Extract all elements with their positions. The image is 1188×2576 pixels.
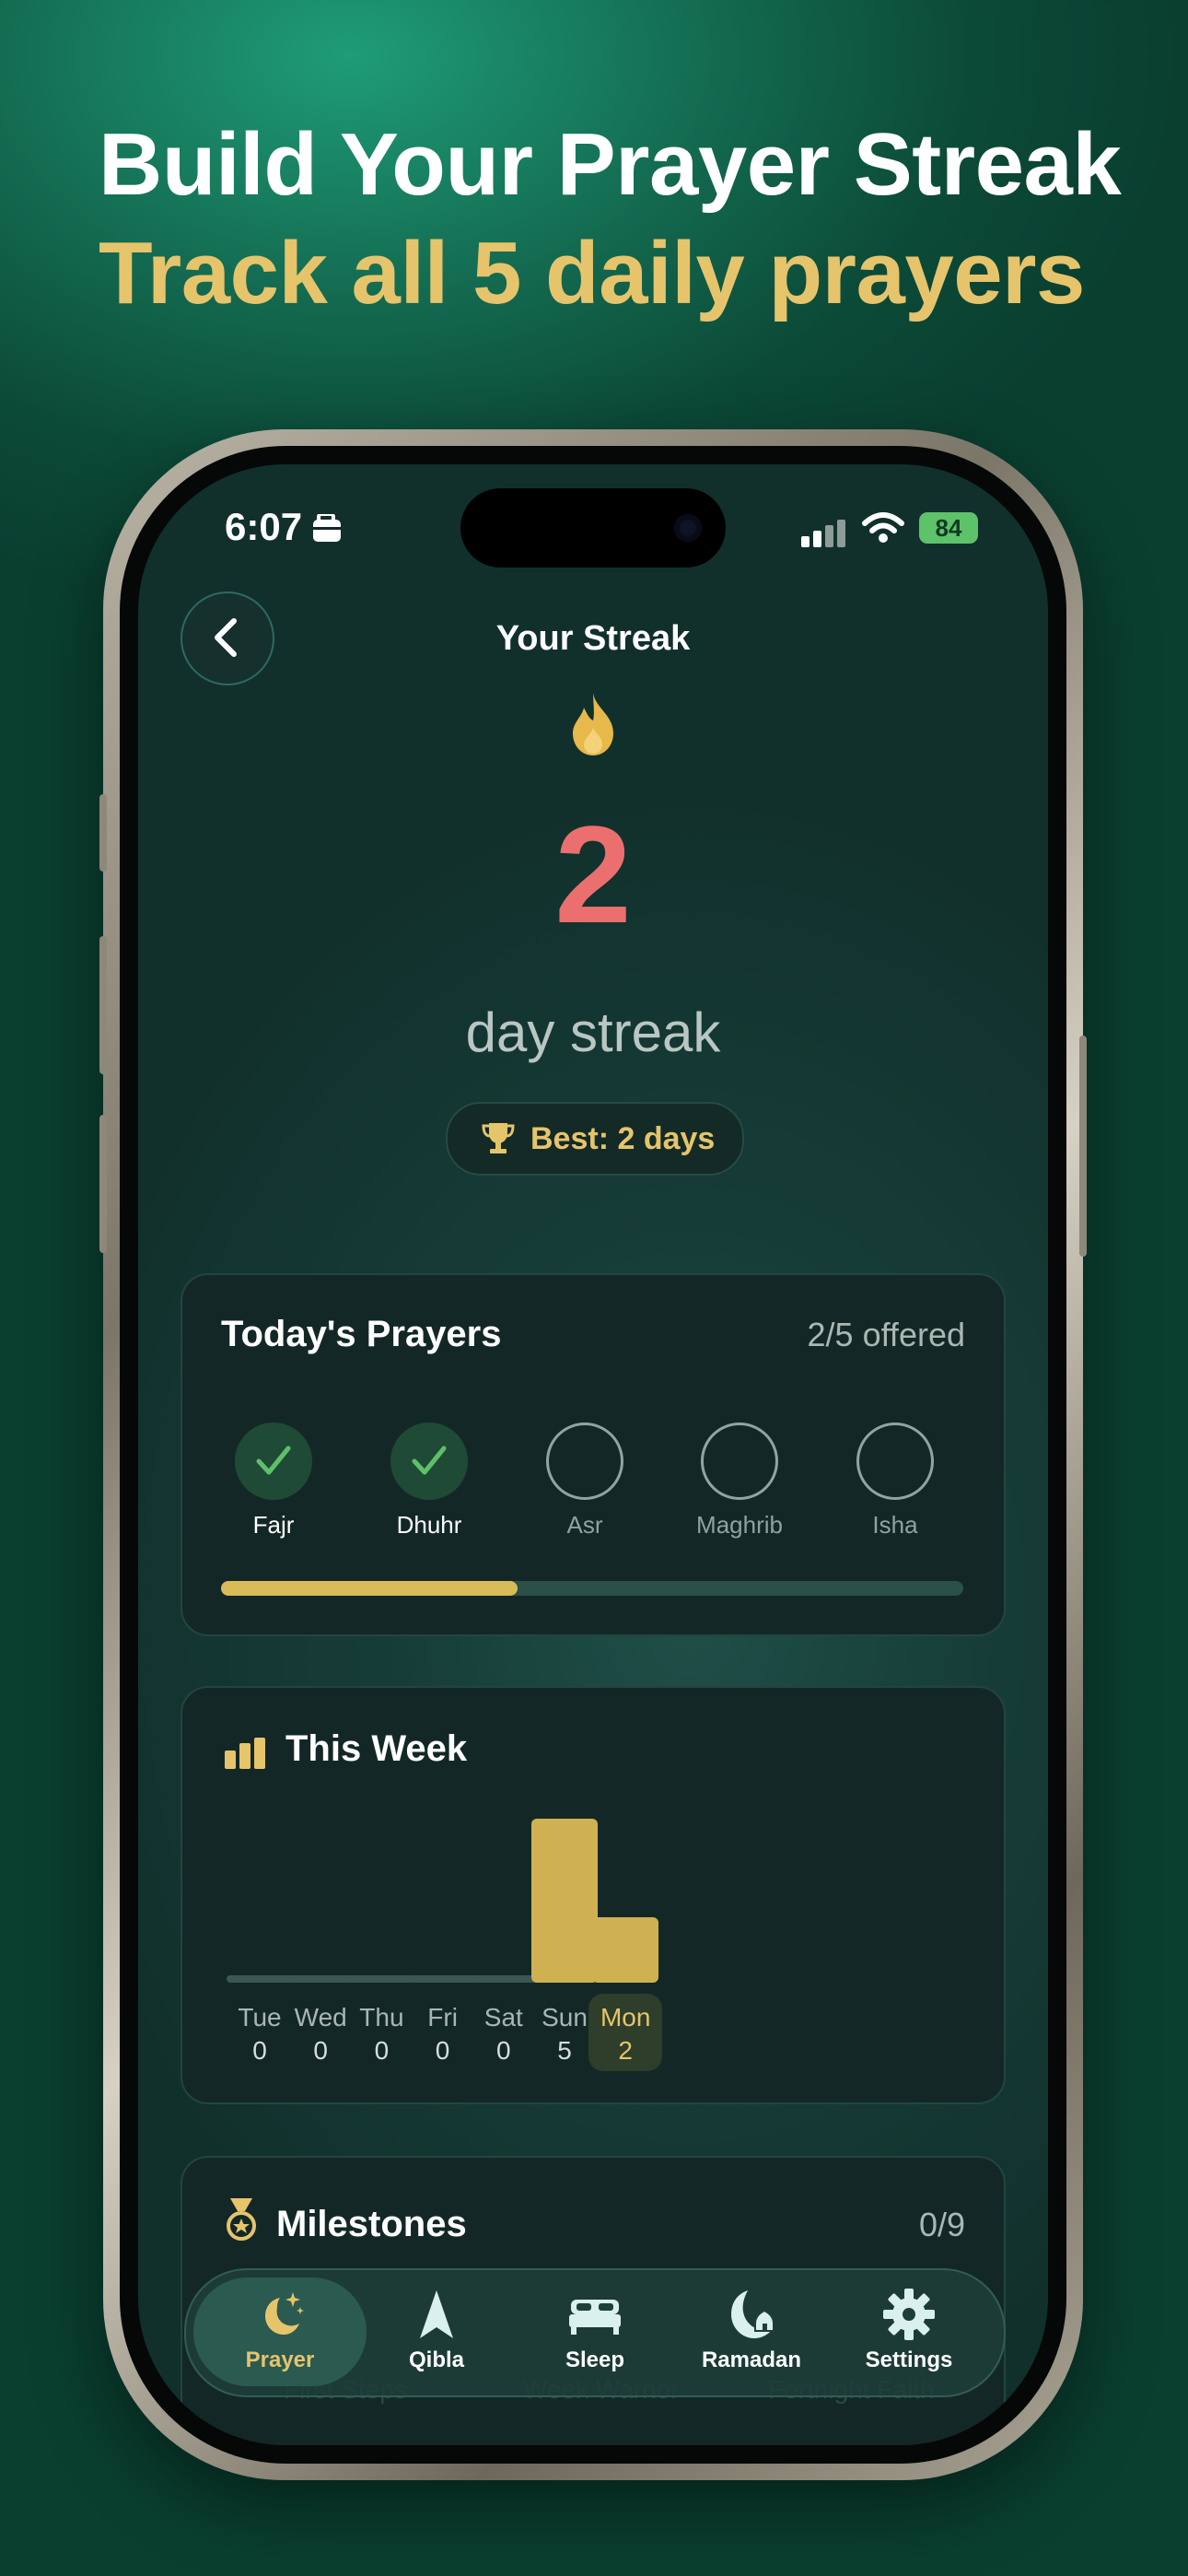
prayer-asr[interactable]: Asr bbox=[516, 1423, 654, 1540]
tab-label: Settings bbox=[865, 2348, 953, 2372]
promo-subtitle: Track all 5 daily prayers bbox=[99, 224, 1085, 322]
prayer-dhuhr[interactable]: Dhuhr bbox=[360, 1423, 498, 1540]
data-label: 2 bbox=[618, 2036, 633, 2065]
promo-title: Build Your Prayer Streak bbox=[99, 115, 1122, 214]
prayer-fajr[interactable]: Fajr bbox=[204, 1423, 343, 1540]
tab-ramadan[interactable]: Ramadan bbox=[673, 2270, 830, 2395]
prayer-maghrib[interactable]: Maghrib bbox=[670, 1423, 809, 1540]
moon-stars-icon bbox=[265, 2292, 304, 2335]
prayer-empty-circle bbox=[856, 1423, 934, 1500]
volume-up-button bbox=[99, 936, 107, 1074]
prayer-empty-circle bbox=[546, 1423, 623, 1500]
best-streak-text: Best: 2 days bbox=[530, 1121, 716, 1156]
gear-icon bbox=[883, 2289, 935, 2340]
bar-wed bbox=[287, 1975, 355, 1983]
bar-thu bbox=[348, 1975, 415, 1983]
card-title: Today's Prayers bbox=[221, 1314, 502, 1354]
tab-prayer[interactable]: Prayer bbox=[202, 2270, 358, 2395]
card-title: Milestones bbox=[276, 2204, 467, 2244]
bar-sat bbox=[470, 1975, 537, 1983]
tab-settings[interactable]: Settings bbox=[831, 2270, 987, 2395]
bed-icon bbox=[569, 2300, 621, 2335]
prayer-progress-fill bbox=[221, 1581, 518, 1596]
crescent-mosque-icon bbox=[731, 2290, 775, 2338]
todays-prayers-card: Today's Prayers 2/5 offered Fajr Dhuhr Asr… bbox=[181, 1273, 1006, 1636]
tab-label: Prayer bbox=[245, 2348, 315, 2372]
tab-label: Ramadan bbox=[701, 2348, 802, 2372]
bottom-tab-bar: Prayer Qibla Sleep Ramadan Settings bbox=[184, 2268, 1006, 2397]
streak-label: day streak bbox=[465, 1001, 721, 1063]
bar-sun bbox=[531, 1819, 598, 1983]
prayer-name: Isha bbox=[872, 1511, 918, 1539]
this-week-card: This Week Tue 0 Wed 0 Thu 0 Fri 0 Sat 0 Sun 5 Mon 2 bbox=[181, 1686, 1006, 2104]
status-time: 6:07 bbox=[225, 505, 303, 548]
bar-fri bbox=[409, 1975, 476, 1983]
prayer-checked-circle bbox=[390, 1423, 468, 1500]
card-title: This Week bbox=[285, 1728, 468, 1769]
prayer-empty-circle bbox=[701, 1423, 778, 1500]
bar-chart-icon bbox=[225, 1738, 265, 1769]
compass-arrow-icon bbox=[420, 2290, 453, 2338]
dynamic-island bbox=[460, 488, 726, 568]
action-button bbox=[99, 794, 107, 872]
power-button bbox=[1079, 1036, 1087, 1257]
tab-sleep[interactable]: Sleep bbox=[517, 2270, 673, 2395]
prayer-name: Maghrib bbox=[696, 1511, 783, 1539]
check-icon bbox=[256, 1446, 291, 1475]
prayer-progress-bar bbox=[221, 1581, 963, 1596]
prayers-summary: 2/5 offered bbox=[807, 1316, 965, 1353]
trophy-icon bbox=[482, 1123, 515, 1153]
bar-mon bbox=[592, 1916, 659, 1983]
prayer-isha[interactable]: Isha bbox=[826, 1423, 964, 1540]
tab-label: Sleep bbox=[565, 2348, 625, 2372]
bar-tue bbox=[227, 1975, 293, 1983]
streak-count: 2 bbox=[554, 797, 632, 952]
briefcase-icon bbox=[313, 514, 341, 542]
prayer-name: Asr bbox=[566, 1511, 603, 1539]
promo-headline: Build Your Prayer Streak Track all 5 dai… bbox=[99, 111, 1130, 328]
app-screen: 6:07 84 Your Streak 2 day streak Best: 2… bbox=[138, 464, 1048, 2445]
battery-indicator: 84 bbox=[919, 512, 978, 544]
tab-label: Qibla bbox=[408, 2348, 464, 2372]
best-streak-badge: Best: 2 days bbox=[446, 1102, 744, 1176]
milestones-count: 0/9 bbox=[918, 2206, 965, 2243]
flame-icon bbox=[573, 693, 613, 755]
prayer-name: Fajr bbox=[252, 1511, 295, 1539]
camera-icon bbox=[674, 514, 702, 542]
wifi-icon bbox=[862, 512, 904, 543]
check-icon bbox=[412, 1446, 447, 1475]
prayer-name: Dhuhr bbox=[396, 1511, 462, 1539]
page-title: Your Streak bbox=[495, 619, 691, 658]
tick-label: Mon bbox=[600, 2003, 651, 2032]
tab-qibla[interactable]: Qibla bbox=[358, 2270, 515, 2395]
prayer-checked-circle bbox=[235, 1423, 312, 1500]
medal-icon bbox=[227, 2198, 256, 2241]
day-label: Mon 2 bbox=[584, 2001, 667, 2067]
volume-down-button bbox=[99, 1115, 107, 1253]
